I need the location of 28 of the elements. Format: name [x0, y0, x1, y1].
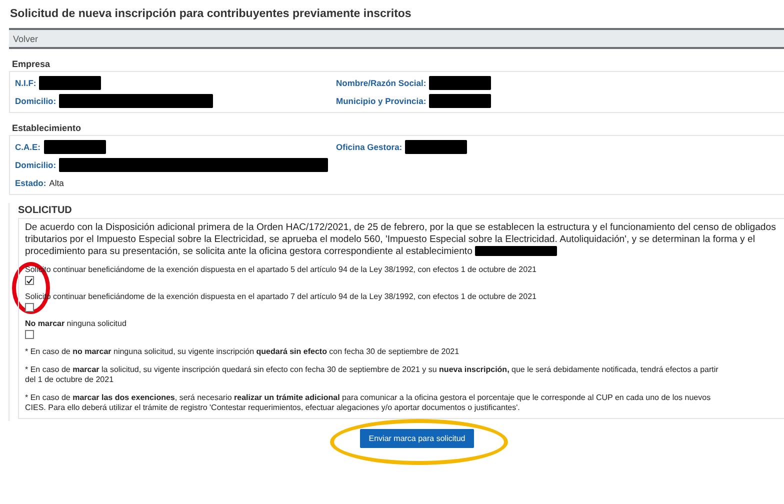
redaction-bar [429, 76, 492, 90]
section-heading: SOLICITUD [18, 204, 73, 218]
checkbox[interactable] [25, 303, 34, 312]
intro-paragraph: De acuerdo con la Disposición adicional primera de la Orden HAC/172/2021, de 25 de febrero, por la que se establecen la estructura y el funcionamiento del censo de obligados tributarios por el Impuesto Especial sobre la Electricidad, se aprueba el modelo 560, 'Impuesto Especial sobre la Electricidad. Autoliquidación', y se determinan la forma y el procedimiento para su presentación, se solicita ante la oficina gestora correspondiente al establecimiento [25, 222, 776, 257]
field-label: Municipio y Provincia: [336, 96, 426, 106]
field-label: Estado: [15, 178, 46, 188]
field-value: Alta [49, 178, 64, 188]
field-label: Domicilio: [15, 96, 56, 106]
page-title: Solicitud de nueva inscripción para contribuyentes previamente inscritos [9, 7, 412, 22]
checkbox[interactable] [25, 276, 34, 285]
note-text: * En caso de marcar la solicitud, su vigente inscripción quedará sin efecto con fecha 30 de septiembre de 2021 y su nueva inscripción, que le será debidamente notificada, tendrá efectos a partir del 1 de octubre de 2021 [25, 365, 720, 385]
redaction-bar [429, 94, 492, 108]
checkbox[interactable] [25, 330, 34, 339]
section-heading: Empresa [11, 58, 52, 71]
note-text: * En caso de no marcar ninguna solicitud, su vigente inscripción quedará sin efecto con fecha 30 de septiembre de 2021 [25, 347, 460, 357]
redaction-bar [405, 140, 468, 154]
field-label: Domicilio: [15, 160, 56, 170]
redaction-bar [39, 76, 102, 90]
section-heading: Establecimiento [11, 122, 82, 135]
field-label: Nombre/Razón Social: [336, 78, 426, 88]
back-link[interactable]: Volver [13, 34, 38, 44]
redaction-bar [44, 140, 106, 154]
submit-button[interactable]: Enviar marca para solicitud [360, 429, 474, 448]
note-text: * En caso de marcar las dos exenciones, será necesario realizar un trámite adicional para comunicar a la oficina gestora el porcentaje que le corresponde al CUP en cada uno de los nuevos CIES. Para ello deberá utilizar el trámite de registro 'Contestar requerimientos, efectuar alegaciones y/o aportar documentos o justificantes'. [25, 393, 712, 413]
field-label: Oficina Gestora: [336, 142, 402, 152]
field-label: C.A.E: [15, 142, 40, 152]
field-label: N.I.F: [15, 78, 36, 88]
option-label: No marcar ninguna solicitud [25, 319, 128, 328]
